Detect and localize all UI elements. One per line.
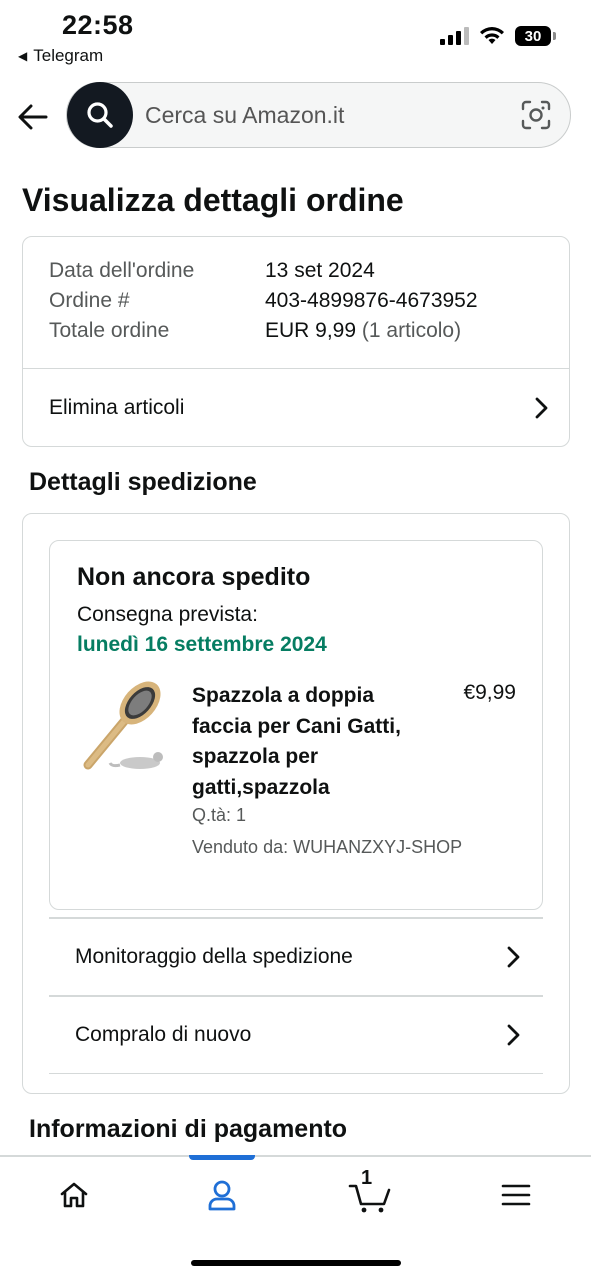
order-total-value: EUR 9,99 (1 articolo) — [265, 319, 461, 343]
active-tab-indicator — [189, 1155, 255, 1160]
delete-items-label: Elimina articoli — [49, 395, 185, 419]
back-arrow-icon[interactable] — [16, 100, 50, 134]
status-time: 22:58 — [62, 10, 134, 40]
shipment-status: Non ancora spedito — [77, 563, 311, 591]
chevron-right-icon — [507, 1024, 520, 1046]
buy-again-label: Compralo di nuovo — [75, 1023, 252, 1046]
back-to-app-link[interactable]: ◀ Telegram — [18, 46, 103, 66]
chevron-right-icon — [535, 397, 548, 418]
page-title: Visualizza dettagli ordine — [22, 182, 404, 218]
order-number-value: 403-4899876-4673952 — [265, 289, 478, 312]
order-date-label: Data dell'ordine — [49, 259, 195, 282]
payment-section-title: Informazioni di pagamento — [29, 1115, 348, 1143]
camera-icon[interactable] — [520, 99, 552, 131]
signal-icon — [440, 27, 469, 45]
delivery-date: lunedì 16 settembre 2024 — [77, 633, 327, 656]
product-seller: Venduto da: WUHANZXYJ-SHOP — [192, 837, 463, 857]
cart-count-badge: 1 — [361, 1167, 373, 1189]
order-date-value: 13 set 2024 — [265, 259, 375, 282]
order-total-amount: EUR 9,99 — [265, 319, 357, 342]
shipping-card: Non ancora spedito Consegna prevista: lu… — [22, 513, 570, 1094]
order-number-label: Ordine # — [49, 289, 130, 312]
nav-home[interactable] — [44, 1173, 104, 1217]
delete-items-link[interactable]: Elimina articoli — [49, 369, 549, 446]
nav-cart[interactable]: 1 — [340, 1167, 400, 1217]
status-bar: 22:58 ◀ Telegram 30 — [0, 0, 591, 72]
delivery-label: Consegna prevista: — [77, 603, 258, 626]
chevron-right-icon — [507, 946, 520, 968]
search-bar[interactable] — [66, 82, 571, 148]
buy-again-link[interactable]: Compralo di nuovo — [75, 997, 521, 1073]
shipment-card: Non ancora spedito Consegna prevista: lu… — [49, 540, 543, 910]
home-indicator — [191, 1260, 401, 1266]
search-button[interactable] — [67, 82, 133, 148]
home-icon — [60, 1182, 88, 1208]
product-image[interactable] — [78, 677, 166, 777]
product-quantity: Q.tà: 1 — [192, 805, 247, 825]
search-header — [0, 80, 591, 152]
order-total-label: Totale ordine — [49, 319, 170, 342]
account-icon — [208, 1180, 236, 1211]
back-app-label: Telegram — [33, 46, 104, 65]
product-title-link[interactable]: Spazzola a doppia faccia per Cani Gatti,… — [192, 681, 422, 803]
track-shipment-link[interactable]: Monitoraggio della spedizione — [75, 919, 521, 995]
wifi-icon — [480, 27, 504, 44]
battery-icon: 30 — [515, 26, 556, 46]
back-triangle-icon: ◀ — [18, 49, 28, 63]
status-icons: 30 — [440, 26, 556, 46]
track-shipment-label: Monitoraggio della spedizione — [75, 945, 353, 968]
shipping-section-title: Dettagli spedizione — [29, 468, 257, 496]
order-summary-card: Data dell'ordine 13 set 2024 Ordine # 40… — [22, 236, 570, 447]
nav-menu[interactable] — [486, 1173, 546, 1217]
product-price: €9,99 — [463, 681, 516, 704]
search-input[interactable] — [145, 83, 505, 147]
menu-icon — [501, 1184, 531, 1206]
search-icon — [87, 102, 113, 128]
nav-account[interactable] — [192, 1173, 252, 1217]
order-total-items: (1 articolo) — [361, 319, 462, 342]
divider — [49, 1073, 543, 1074]
